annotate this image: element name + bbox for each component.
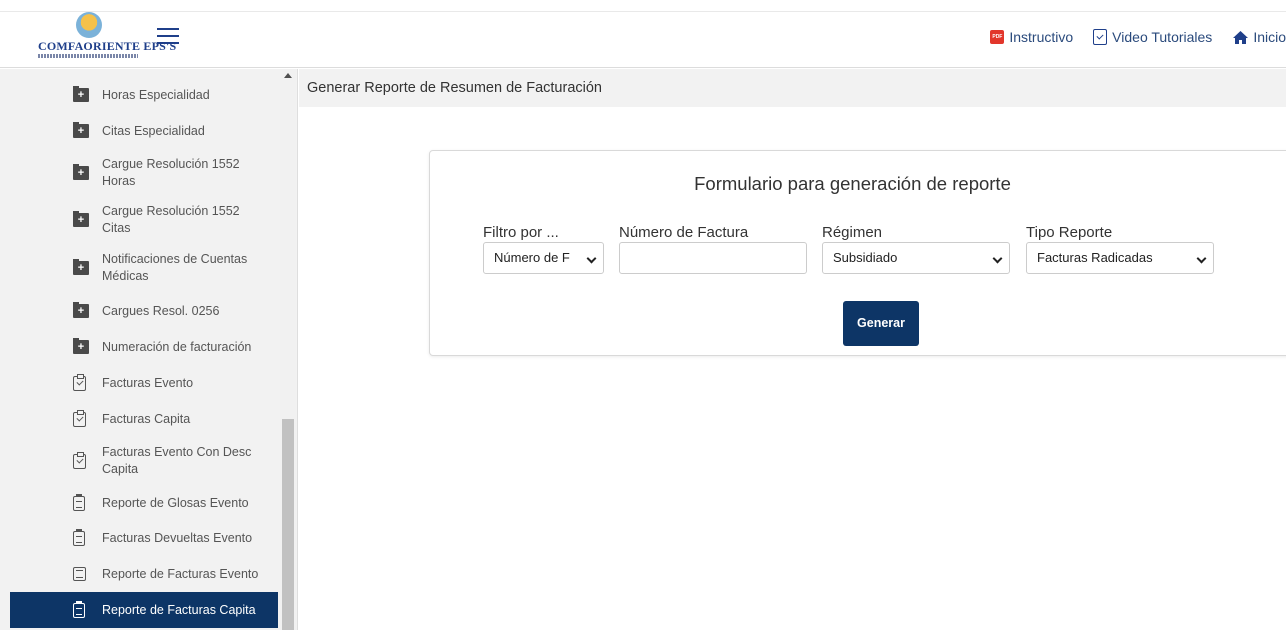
sidebar-item-label: Facturas Evento Con Desc Capita (102, 445, 252, 476)
report-icon (73, 493, 85, 511)
sidebar-item-reporte-facturas-evento[interactable]: Reporte de Facturas Evento (10, 556, 278, 592)
video-tutoriales-link[interactable]: Video Tutoriales (1093, 29, 1212, 45)
page-title: Generar Reporte de Resumen de Facturació… (307, 80, 602, 96)
clipboard-check-icon (73, 373, 86, 391)
tipo-reporte-value: Facturas Radicadas (1037, 250, 1153, 265)
logo-tagline (38, 54, 138, 58)
logo[interactable]: COMFAORIENTE EPS'S (38, 12, 176, 64)
scrollbar-thumb[interactable] (282, 419, 294, 630)
scroll-up-arrow-icon[interactable] (284, 73, 292, 78)
sidebar-menu: Horas Especialidad Citas Especialidad Ca… (10, 69, 278, 628)
sidebar-item-label: Numeración de facturación (102, 339, 252, 354)
folder-plus-icon (73, 302, 89, 318)
sidebar-item-label: Facturas Capita (102, 411, 191, 426)
folder-plus-icon (73, 122, 89, 138)
menu-toggle-button[interactable] (157, 28, 179, 46)
regimen-label: Régimen (822, 224, 883, 241)
regimen-select[interactable]: Subsidiado (822, 242, 1010, 274)
sidebar-item-notificaciones[interactable]: Notificaciones de Cuentas Médicas (10, 243, 278, 293)
pdf-icon: PDF (990, 30, 1005, 44)
regimen-field: Régimen Subsidiado (822, 224, 1010, 274)
home-icon (1233, 30, 1249, 44)
folder-plus-icon (73, 163, 89, 180)
sidebar-item-numeracion[interactable]: Numeración de facturación (10, 329, 278, 365)
clipboard-check-icon (73, 409, 86, 427)
hamburger-line (157, 28, 179, 30)
sidebar-item-label: Reporte de Glosas Evento (102, 495, 249, 510)
sidebar-scrollbar[interactable] (280, 69, 296, 630)
video-tutoriales-label: Video Tutoriales (1112, 29, 1213, 45)
sidebar-item-label: Reporte de Facturas Capita (102, 602, 256, 617)
numero-factura-label: Número de Factura (619, 224, 749, 241)
regimen-value: Subsidiado (833, 250, 898, 265)
sidebar-item-label: Cargue Resolución 1552 Citas (102, 203, 240, 235)
list-icon (73, 567, 86, 581)
sidebar-item-label: Notificaciones de Cuentas Médicas (102, 252, 248, 283)
inicio-label: Inicio (1253, 29, 1286, 45)
sidebar-item-label: Horas Especialidad (102, 87, 210, 102)
filtro-select[interactable]: Número de F (483, 242, 604, 274)
generar-button[interactable]: Generar (843, 301, 919, 346)
numero-factura-field: Número de Factura (619, 224, 807, 274)
filtro-value: Número de F (494, 250, 570, 265)
sidebar-item-facturas-capita[interactable]: Facturas Capita (10, 401, 278, 437)
sidebar-item-label: Facturas Evento (102, 375, 194, 390)
inicio-link[interactable]: Inicio (1232, 29, 1286, 45)
sidebar-item-cargues-0256[interactable]: Cargues Resol. 0256 (10, 293, 278, 329)
instructivo-link[interactable]: PDF Instructivo (990, 29, 1073, 45)
instructivo-label: Instructivo (1009, 29, 1074, 45)
chevron-down-icon (1196, 253, 1207, 264)
chevron-down-icon (586, 253, 597, 264)
folder-plus-icon (73, 210, 89, 227)
clipboard-check-icon (73, 451, 86, 469)
sidebar-item-label: Cargues Resol. 0256 (102, 303, 220, 318)
form-title: Formulario para generación de reporte (694, 173, 1011, 194)
top-navbar: COMFAORIENTE EPS'S PDF Instructivo Video… (0, 0, 1286, 68)
sidebar-item-facturas-evento-desc-capita[interactable]: Facturas Evento Con Desc Capita (10, 437, 278, 485)
folder-plus-icon (73, 259, 89, 275)
tipo-reporte-label: Tipo Reporte (1026, 224, 1113, 241)
tipo-reporte-field: Tipo Reporte Facturas Radicadas (1026, 224, 1214, 274)
tipo-reporte-select[interactable]: Facturas Radicadas (1026, 242, 1214, 274)
sidebar-item-cargue-1552-horas[interactable]: Cargue Resolución 1552 Horas (10, 149, 278, 196)
sidebar-item-label: Cargue Resolución 1552 Horas (102, 156, 240, 188)
sidebar-item-facturas-evento[interactable]: Facturas Evento (10, 365, 278, 401)
sidebar-item-label: Citas Especialidad (102, 123, 205, 138)
report-icon (73, 600, 85, 618)
chevron-down-icon (992, 253, 1003, 264)
sidebar-item-reporte-glosas-evento[interactable]: Reporte de Glosas Evento (10, 485, 278, 521)
main-content: Generar Reporte de Resumen de Facturació… (299, 69, 1286, 630)
header-links: PDF Instructivo Video Tutoriales Inicio (970, 29, 1286, 45)
sidebar: Horas Especialidad Citas Especialidad Ca… (0, 69, 298, 630)
report-icon (73, 529, 85, 546)
report-form-card: Formulario para generación de reporte Fi… (429, 150, 1286, 356)
sidebar-item-citas-especialidad[interactable]: Citas Especialidad (10, 113, 278, 149)
clipboard-check-icon (1093, 29, 1108, 45)
logo-emblem-icon (76, 12, 102, 38)
sidebar-item-facturas-devueltas-evento[interactable]: Facturas Devueltas Evento (10, 521, 278, 556)
sidebar-item-label: Facturas Devueltas Evento (102, 531, 253, 545)
hamburger-line (157, 42, 179, 44)
sidebar-item-label: Reporte de Facturas Evento (102, 566, 259, 581)
sidebar-item-horas-especialidad[interactable]: Horas Especialidad (10, 77, 278, 113)
filtro-label: Filtro por ... (483, 224, 559, 241)
numero-factura-input[interactable] (619, 242, 807, 274)
filtro-field: Filtro por ... Número de F (483, 224, 604, 274)
logo-text: COMFAORIENTE EPS'S (38, 39, 177, 53)
sidebar-item-cargue-1552-citas[interactable]: Cargue Resolución 1552 Citas (10, 196, 278, 243)
folder-plus-icon (73, 86, 89, 102)
sidebar-item-reporte-facturas-capita[interactable]: Reporte de Facturas Capita (10, 592, 278, 628)
folder-plus-icon (73, 338, 89, 354)
hamburger-line (157, 35, 179, 37)
page-header: Generar Reporte de Resumen de Facturació… (299, 69, 1286, 107)
